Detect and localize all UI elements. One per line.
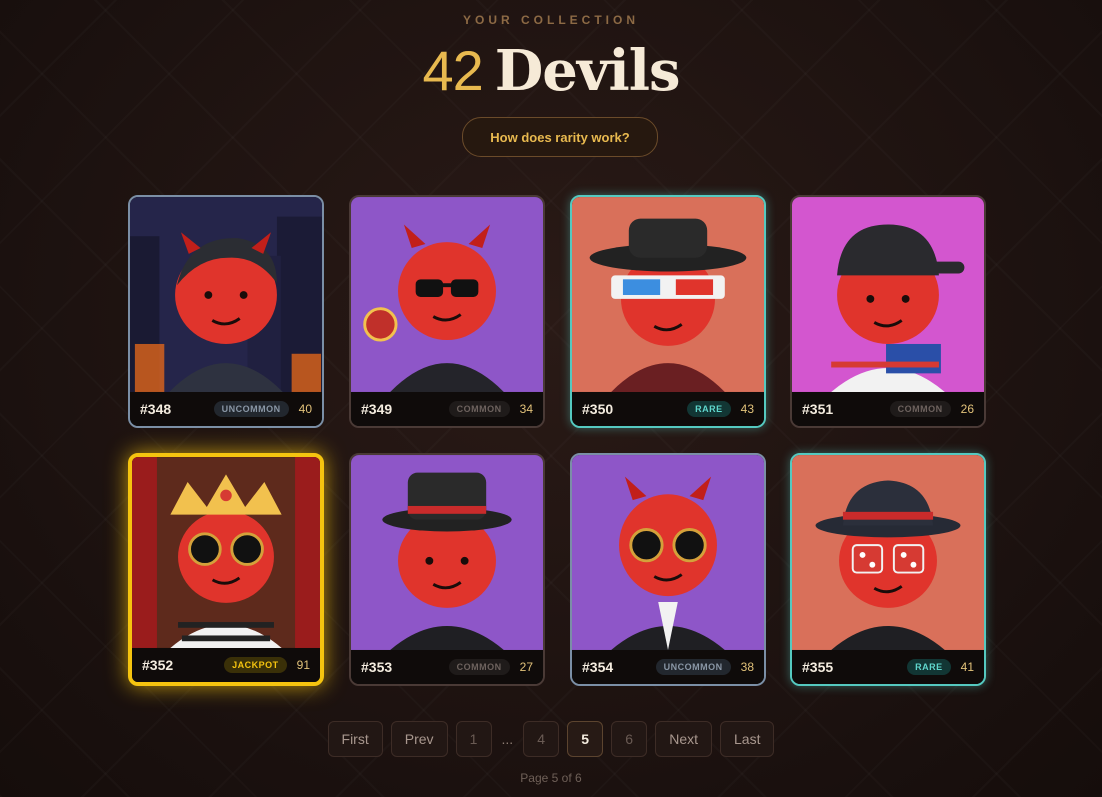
page-5-button[interactable]: 5 <box>567 721 604 757</box>
devil-art <box>572 197 764 392</box>
card-info-bar: #349 COMMON 34 <box>351 392 543 426</box>
devil-portrait-image <box>792 455 984 650</box>
nft-card[interactable]: #351 COMMON 26 <box>790 195 986 428</box>
pagination-ellipsis: ... <box>501 731 514 747</box>
devil-art <box>351 197 543 392</box>
nft-card[interactable]: #355 RARE 41 <box>790 453 986 686</box>
rarity-score: 40 <box>298 402 312 416</box>
devil-portrait-image <box>572 197 764 392</box>
card-info-bar: #352 JACKPOT 91 <box>132 648 320 682</box>
card-id: #348 <box>140 401 172 417</box>
last-page-button[interactable]: Last <box>720 721 775 757</box>
devil-portrait-image <box>351 455 543 650</box>
card-info-bar: #354 UNCOMMON 38 <box>572 650 764 684</box>
devil-portrait-image <box>132 457 320 648</box>
rarity-score: 27 <box>519 660 533 674</box>
rarity-info-button[interactable]: How does rarity work? <box>462 117 658 157</box>
devil-art <box>132 457 320 648</box>
rarity-score: 41 <box>960 660 974 674</box>
rarity-badge: UNCOMMON <box>213 401 289 417</box>
devil-art <box>130 197 322 392</box>
prev-page-button[interactable]: Prev <box>390 721 448 757</box>
page-1-button[interactable]: 1 <box>455 721 492 757</box>
rarity-badge: RARE <box>687 401 731 417</box>
card-id: #353 <box>361 659 393 675</box>
card-info-bar: #353 COMMON 27 <box>351 650 543 684</box>
devil-portrait-image <box>351 197 543 392</box>
nft-card[interactable]: #349 COMMON 34 <box>349 195 545 428</box>
devil-art <box>792 197 984 392</box>
rarity-score: 38 <box>740 660 754 674</box>
card-info-bar: #348 UNCOMMON 40 <box>130 392 322 426</box>
nft-card[interactable]: #353 COMMON 27 <box>349 453 545 686</box>
rarity-badge: RARE <box>907 659 951 675</box>
devil-art <box>792 455 984 650</box>
next-page-button[interactable]: Next <box>655 721 712 757</box>
rarity-badge: COMMON <box>448 401 510 417</box>
section-kicker: YOUR COLLECTION <box>463 13 639 27</box>
devil-portrait-image <box>572 455 764 650</box>
nft-card[interactable]: #352 JACKPOT 91 <box>128 453 324 686</box>
nft-card[interactable]: #350 RARE 43 <box>570 195 766 428</box>
rarity-badge: COMMON <box>448 659 510 675</box>
rarity-score: 26 <box>960 402 974 416</box>
first-page-button[interactable]: First <box>327 721 383 757</box>
page-title: 42 Devils <box>0 36 1102 106</box>
page-6-button[interactable]: 6 <box>611 721 648 757</box>
rarity-badge: UNCOMMON <box>655 659 731 675</box>
page-status: Page 5 of 6 <box>520 771 582 785</box>
card-id: #355 <box>802 659 834 675</box>
card-id: #351 <box>802 401 834 417</box>
card-id: #352 <box>142 657 174 673</box>
rarity-score: 34 <box>519 402 533 416</box>
page-4-button[interactable]: 4 <box>523 721 560 757</box>
collection-count: 42 <box>422 39 483 102</box>
rarity-badge: COMMON <box>889 401 951 417</box>
card-info-bar: #350 RARE 43 <box>572 392 764 426</box>
card-id: #354 <box>582 659 614 675</box>
card-id: #349 <box>361 401 393 417</box>
rarity-badge: JACKPOT <box>224 657 287 673</box>
title-word: Devils <box>494 38 681 104</box>
devil-art <box>351 455 543 650</box>
nft-card[interactable]: #354 UNCOMMON 38 <box>570 453 766 686</box>
rarity-score: 43 <box>740 402 754 416</box>
card-info-bar: #355 RARE 41 <box>792 650 984 684</box>
devil-art <box>572 455 764 650</box>
nft-card[interactable]: #348 UNCOMMON 40 <box>128 195 324 428</box>
pagination: First Prev 1 ... 4 5 6 Next Last <box>0 721 1102 757</box>
devil-portrait-image <box>130 197 322 392</box>
rarity-score: 91 <box>296 658 310 672</box>
devil-portrait-image <box>792 197 984 392</box>
card-id: #350 <box>582 401 614 417</box>
card-info-bar: #351 COMMON 26 <box>792 392 984 426</box>
